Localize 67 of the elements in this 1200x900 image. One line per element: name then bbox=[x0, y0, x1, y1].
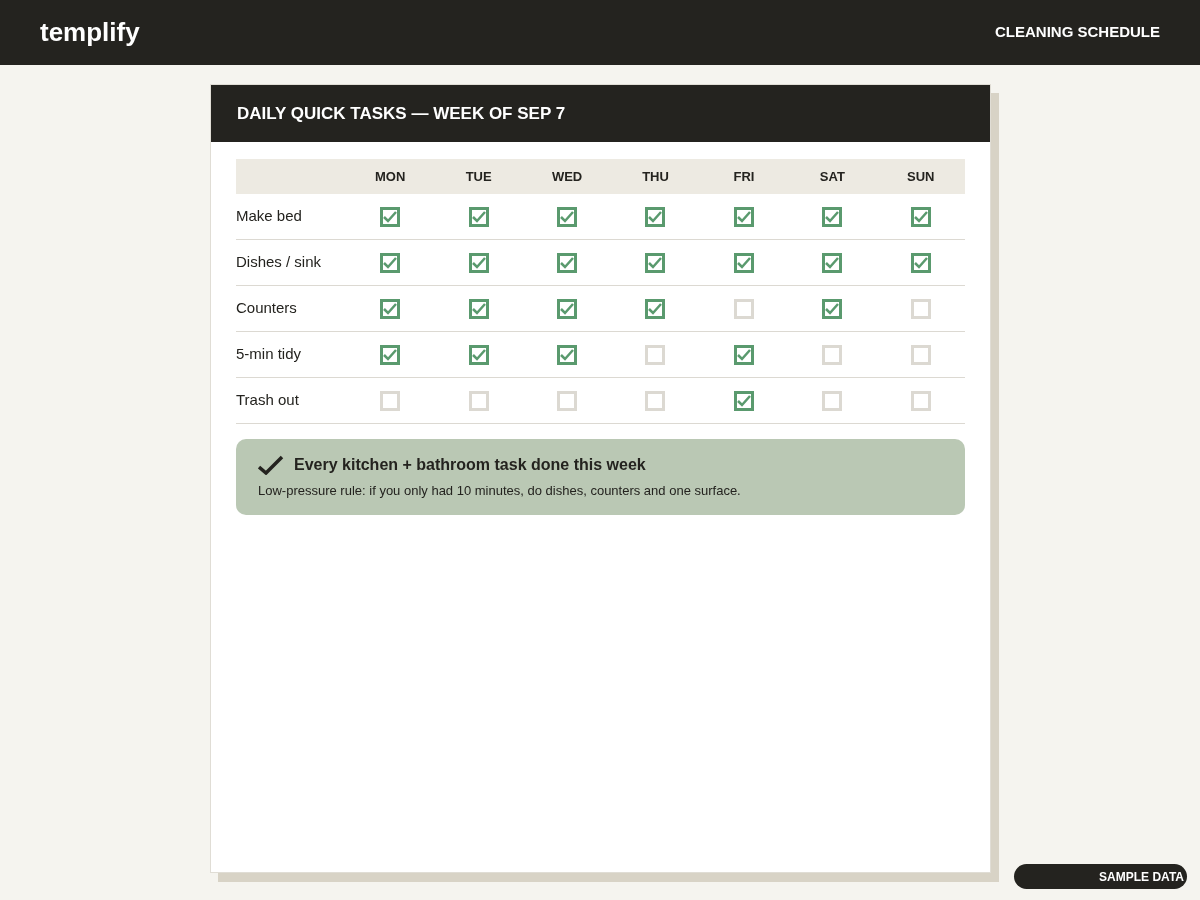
check-icon bbox=[913, 210, 928, 223]
sample-data-badge: SAMPLE DATA bbox=[1014, 864, 1187, 889]
task-label: Make bed bbox=[236, 206, 303, 227]
check-icon bbox=[825, 210, 840, 223]
checkbox[interactable] bbox=[822, 206, 843, 227]
check-icon bbox=[383, 256, 398, 269]
checkbox[interactable] bbox=[733, 252, 754, 273]
checkbox[interactable] bbox=[468, 298, 489, 319]
checkbox[interactable] bbox=[910, 206, 931, 227]
checkbox[interactable] bbox=[910, 252, 931, 273]
task-label: Counters bbox=[236, 298, 298, 319]
task-label: Dishes / sink bbox=[236, 252, 323, 273]
card-title: DAILY QUICK TASKS — WEEK OF SEP 7 bbox=[237, 102, 566, 125]
checkbox[interactable] bbox=[468, 344, 489, 365]
checkbox[interactable] bbox=[645, 206, 666, 227]
column-header: THU bbox=[641, 167, 670, 186]
column-header: WED bbox=[550, 167, 584, 186]
check-icon bbox=[560, 210, 575, 223]
check-icon bbox=[648, 210, 663, 223]
checkbox[interactable] bbox=[380, 252, 401, 273]
column-header: SUN bbox=[906, 167, 936, 186]
check-icon bbox=[383, 302, 398, 315]
checkbox[interactable] bbox=[822, 298, 843, 319]
check-icon bbox=[736, 256, 751, 269]
checkbox[interactable] bbox=[557, 252, 578, 273]
checkbox[interactable] bbox=[380, 344, 401, 365]
check-icon bbox=[825, 256, 840, 269]
logo[interactable]: templify bbox=[40, 13, 140, 52]
task-label: Trash out bbox=[236, 390, 300, 411]
check-icon bbox=[913, 256, 928, 269]
check-icon bbox=[560, 348, 575, 361]
check-icon bbox=[736, 348, 751, 361]
check-icon bbox=[825, 302, 840, 315]
checkbox[interactable] bbox=[733, 344, 754, 365]
checkbox[interactable] bbox=[380, 206, 401, 227]
checkbox[interactable] bbox=[733, 206, 754, 227]
check-icon bbox=[736, 394, 751, 407]
task-label: 5-min tidy bbox=[236, 344, 303, 365]
checkbox[interactable] bbox=[645, 298, 666, 319]
column-header: TUE bbox=[464, 167, 493, 186]
column-header: FRI bbox=[732, 167, 756, 186]
check-icon bbox=[471, 210, 486, 223]
checkbox[interactable] bbox=[468, 206, 489, 227]
note-text: Low-pressure rule: if you only had 10 minutes, do dishes, counters and one surface. bbox=[258, 482, 742, 500]
check-icon bbox=[648, 302, 663, 315]
check-icon bbox=[383, 348, 398, 361]
checkbox[interactable] bbox=[733, 390, 754, 411]
checkbox[interactable] bbox=[468, 252, 489, 273]
checkbox[interactable] bbox=[645, 252, 666, 273]
checkbox[interactable] bbox=[822, 252, 843, 273]
note-title: Every kitchen + bathroom task done this week bbox=[294, 455, 646, 475]
check-icon bbox=[560, 256, 575, 269]
check-icon bbox=[471, 256, 486, 269]
check-icon bbox=[736, 210, 751, 223]
checkbox[interactable] bbox=[557, 298, 578, 319]
column-header: SAT bbox=[818, 167, 846, 186]
check-icon bbox=[648, 256, 663, 269]
page-title: CLEANING SCHEDULE bbox=[995, 22, 1160, 43]
column-header: MON bbox=[374, 167, 407, 186]
check-icon bbox=[383, 210, 398, 223]
checkbox[interactable] bbox=[557, 344, 578, 365]
check-icon bbox=[258, 455, 284, 475]
check-icon bbox=[560, 302, 575, 315]
checkbox[interactable] bbox=[380, 298, 401, 319]
checkbox[interactable] bbox=[557, 206, 578, 227]
check-icon bbox=[471, 302, 486, 315]
check-icon bbox=[471, 348, 486, 361]
